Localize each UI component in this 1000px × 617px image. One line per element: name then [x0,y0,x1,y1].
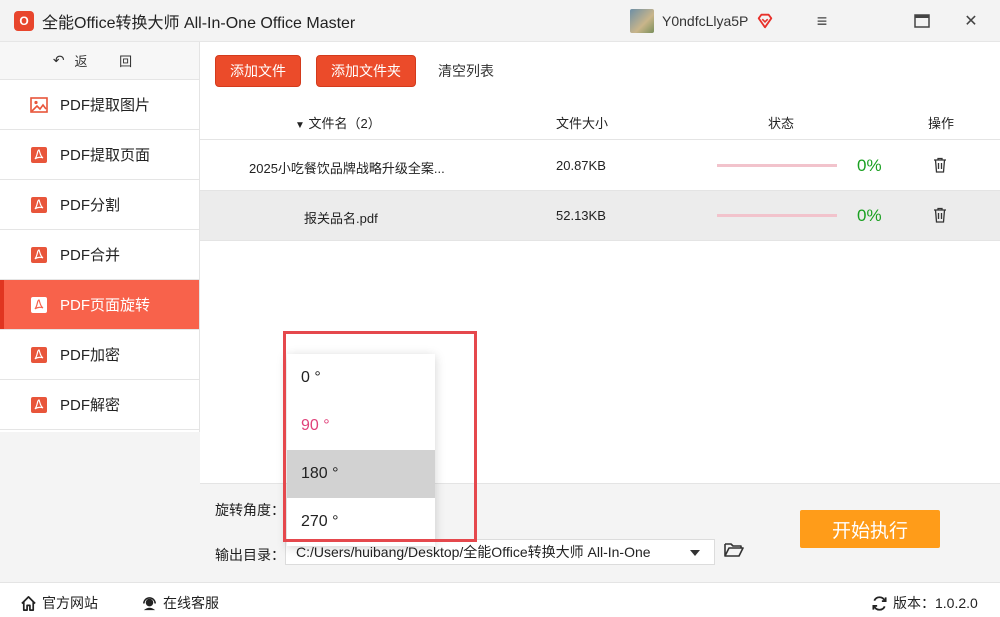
sidebar-item-label: PDF合并 [60,247,121,264]
progress-bar [717,164,837,167]
refresh-icon [872,595,887,611]
trash-icon[interactable] [933,207,947,223]
sidebar-item-label: PDF解密 [60,397,121,414]
username[interactable]: Y0ndfcLlya5P [662,13,748,29]
rotation-option-0[interactable]: 0 ° [287,354,435,402]
table-row[interactable]: 2025小吃餐饮品牌战略升级全案... 20.87KB 0% [200,141,1000,191]
rotation-option-270[interactable]: 270 ° [287,498,435,546]
start-button[interactable]: 开始执行 [800,510,940,548]
sidebar-item-label: PDF加密 [60,347,121,364]
online-support-link[interactable]: 在线客服 [141,593,219,613]
sidebar-item-decrypt[interactable]: PDF解密 [0,380,199,430]
rotate-angle-label: 旋转角度： [215,502,285,518]
avatar[interactable] [630,9,654,33]
app-title: 全能Office转换大师 All-In-One Office Master [42,14,356,32]
close-icon[interactable]: ✕ [958,8,984,34]
back-button[interactable]: ↶ 返 回 [0,42,199,80]
pdf-icon [30,296,48,314]
rotation-option-90[interactable]: 90 ° [287,402,435,450]
sidebar-item-label: PDF提取页面 [60,147,151,164]
pdf-icon [30,346,48,364]
menu-icon[interactable]: ≡ [809,8,835,34]
progress-bar [717,214,837,217]
headset-icon [143,596,156,610]
file-name: 2025小吃餐饮品牌战略升级全案... [249,161,445,176]
table-header: ▼ 文件名（2） 文件大小 状态 操作 [200,100,1000,140]
action-header: 操作 [928,116,955,131]
maximize-icon[interactable] [909,8,935,34]
pdf-icon [30,396,48,414]
filename-header: 文件名（2） [308,116,381,131]
sidebar-item-extract-images[interactable]: PDF提取图片 [0,80,199,130]
add-file-button[interactable]: 添加文件 [215,55,301,87]
sidebar-item-label: PDF分割 [60,197,121,214]
toolbar: 添加文件 添加文件夹 清空列表 [200,42,1000,100]
folder-open-icon[interactable] [724,541,744,559]
online-support-label: 在线客服 [163,595,219,611]
clear-list-button[interactable]: 清空列表 [438,61,494,81]
vip-diamond-icon[interactable] [756,12,774,30]
output-dir-value: C:/Users/huibang/Desktop/全能Office转换大师 Al… [296,544,651,560]
file-size: 20.87KB [556,158,606,173]
sidebar-empty-area [0,432,200,582]
file-size: 52.13KB [556,208,606,223]
image-icon [30,96,48,114]
sidebar-item-rotate-pages[interactable]: PDF页面旋转 [0,280,199,330]
official-website-label: 官方网站 [42,595,98,611]
progress-percent: 0% [857,206,882,225]
version-label: 版本：1.0.2.0 [893,595,978,611]
table-row[interactable]: 报关品名.pdf 52.13KB 0% [200,191,1000,241]
status-header: 状态 [768,116,795,131]
sort-down-icon: ▼ [295,120,305,131]
back-arrow-icon: ↶ [52,52,65,68]
version-info[interactable]: 版本：1.0.2.0 [871,593,978,613]
user-area[interactable]: Y0ndfcLlya5P [630,9,774,33]
pdf-icon [30,146,48,164]
sidebar-item-label: PDF页面旋转 [60,297,151,314]
official-website-link[interactable]: 官方网站 [20,593,98,613]
sidebar: ↶ 返 回 PDF提取图片 PDF提取页面 PDF分割 PDF合并 PDF页面旋转 PDF… [0,42,200,582]
pdf-icon [30,196,48,214]
rotation-option-180[interactable]: 180 ° [287,450,435,498]
size-header: 文件大小 [556,116,609,131]
sidebar-item-label: PDF提取图片 [60,97,151,114]
rotation-dropdown[interactable]: 0 ° 90 ° 180 ° 270 ° [287,354,435,546]
title-bar: O 全能Office转换大师 All-In-One Office Master … [0,0,1000,42]
sidebar-item-merge[interactable]: PDF合并 [0,230,199,280]
progress-percent: 0% [857,156,882,175]
sidebar-item-split[interactable]: PDF分割 [0,180,199,230]
status-bar: 官方网站 在线客服 版本：1.0.2.0 [0,582,1000,617]
trash-icon[interactable] [933,157,947,173]
file-name: 报关品名.pdf [304,211,378,226]
output-dir-label: 输出目录： [215,547,285,563]
sidebar-item-encrypt[interactable]: PDF加密 [0,330,199,380]
app-logo-icon: O [14,10,34,31]
pdf-icon [30,246,48,264]
sidebar-item-extract-pages[interactable]: PDF提取页面 [0,130,199,180]
add-folder-button[interactable]: 添加文件夹 [316,55,416,87]
back-label: 返 回 [74,54,147,69]
sort-filename-header[interactable]: ▼ 文件名（2） [295,113,381,132]
caret-down-icon [690,550,700,556]
home-icon [21,595,36,611]
